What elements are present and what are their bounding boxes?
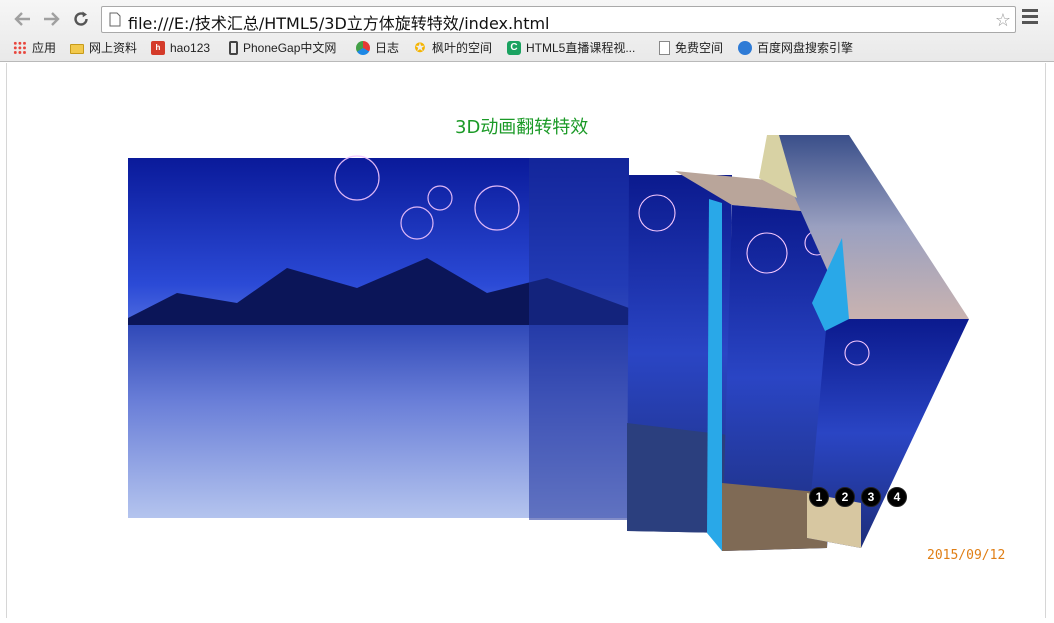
bookmark-apps[interactable]: 应用: [13, 39, 56, 56]
forward-button[interactable]: [40, 8, 62, 30]
reload-button[interactable]: [70, 8, 92, 30]
hao123-icon: h: [151, 40, 165, 55]
slide-pager: 1 2 3 4: [809, 487, 907, 507]
pager-dot-4[interactable]: 4: [887, 487, 907, 507]
bookmark-phonegap[interactable]: PhoneGap中文网: [229, 39, 336, 56]
phone-icon: [229, 40, 238, 55]
bookmark-label: HTML5直播课程视...: [526, 41, 636, 55]
bookmark-free-space[interactable]: 免费空间: [659, 39, 723, 56]
url-text: file:///E:/技术汇总/HTML5/3D立方体旋转特效/index.ht…: [128, 14, 550, 33]
publish-date: 2015/09/12: [927, 548, 1006, 563]
bookmark-online-materials[interactable]: 网上资料: [70, 39, 137, 56]
bookmark-star-icon[interactable]: ☆: [995, 10, 1011, 31]
bookmark-label: 免费空间: [675, 41, 724, 55]
bookmark-hao123[interactable]: h hao123: [151, 39, 210, 56]
bookmark-label: 百度网盘搜索引擎: [757, 41, 854, 55]
bookmark-html5-course[interactable]: C HTML5直播课程视...: [507, 39, 635, 56]
cube-face-main: [128, 155, 629, 520]
bookmark-journal[interactable]: 日志: [356, 39, 399, 56]
colorful-dots-icon: [356, 40, 370, 55]
baidu-cloud-icon: [738, 40, 752, 55]
folder-icon: [70, 43, 84, 54]
arrow-left-icon: [14, 12, 30, 26]
star-icon: ✪: [414, 39, 426, 55]
apps-grid-icon: [13, 40, 27, 55]
bookmark-label: PhoneGap中文网: [243, 41, 337, 55]
page-icon: [109, 12, 121, 27]
back-button[interactable]: [12, 8, 34, 30]
hamburger-bar: [1022, 21, 1038, 24]
address-bar[interactable]: file:///E:/技术汇总/HTML5/3D立方体旋转特效/index.ht…: [101, 6, 1016, 33]
cube-slideshow: [128, 135, 969, 551]
bookmarks-bar: 应用 网上资料 h hao123 PhoneGap中文网 日志 ✪ 枫叶的空间 …: [0, 37, 1054, 59]
hamburger-bar: [1022, 9, 1038, 12]
bookmark-label: 应用: [32, 41, 57, 55]
bookmark-label: hao123: [170, 40, 211, 55]
bookmark-baidu-pan[interactable]: 百度网盘搜索引擎: [738, 39, 853, 56]
green-c-icon: C: [507, 40, 521, 55]
browser-toolbar: file:///E:/技术汇总/HTML5/3D立方体旋转特效/index.ht…: [0, 0, 1054, 36]
arrow-right-icon: [44, 12, 60, 26]
bookmark-label: 网上资料: [89, 41, 138, 55]
chrome-menu-button[interactable]: [1022, 9, 1038, 25]
pager-dot-1[interactable]: 1: [809, 487, 829, 507]
pager-dot-2[interactable]: 2: [835, 487, 855, 507]
document-icon: [659, 40, 670, 55]
reload-icon: [74, 11, 88, 26]
bookmark-label: 日志: [375, 41, 400, 55]
hamburger-bar: [1022, 15, 1038, 18]
pager-dot-3[interactable]: 3: [861, 487, 881, 507]
page-viewport: 3D动画翻转特效 1 2 3 4 2015/09/12: [6, 63, 1046, 618]
browser-chrome: file:///E:/技术汇总/HTML5/3D立方体旋转特效/index.ht…: [0, 0, 1054, 62]
bookmark-label: 枫叶的空间: [432, 41, 493, 55]
bookmark-maple-space[interactable]: ✪ 枫叶的空间: [413, 39, 492, 56]
